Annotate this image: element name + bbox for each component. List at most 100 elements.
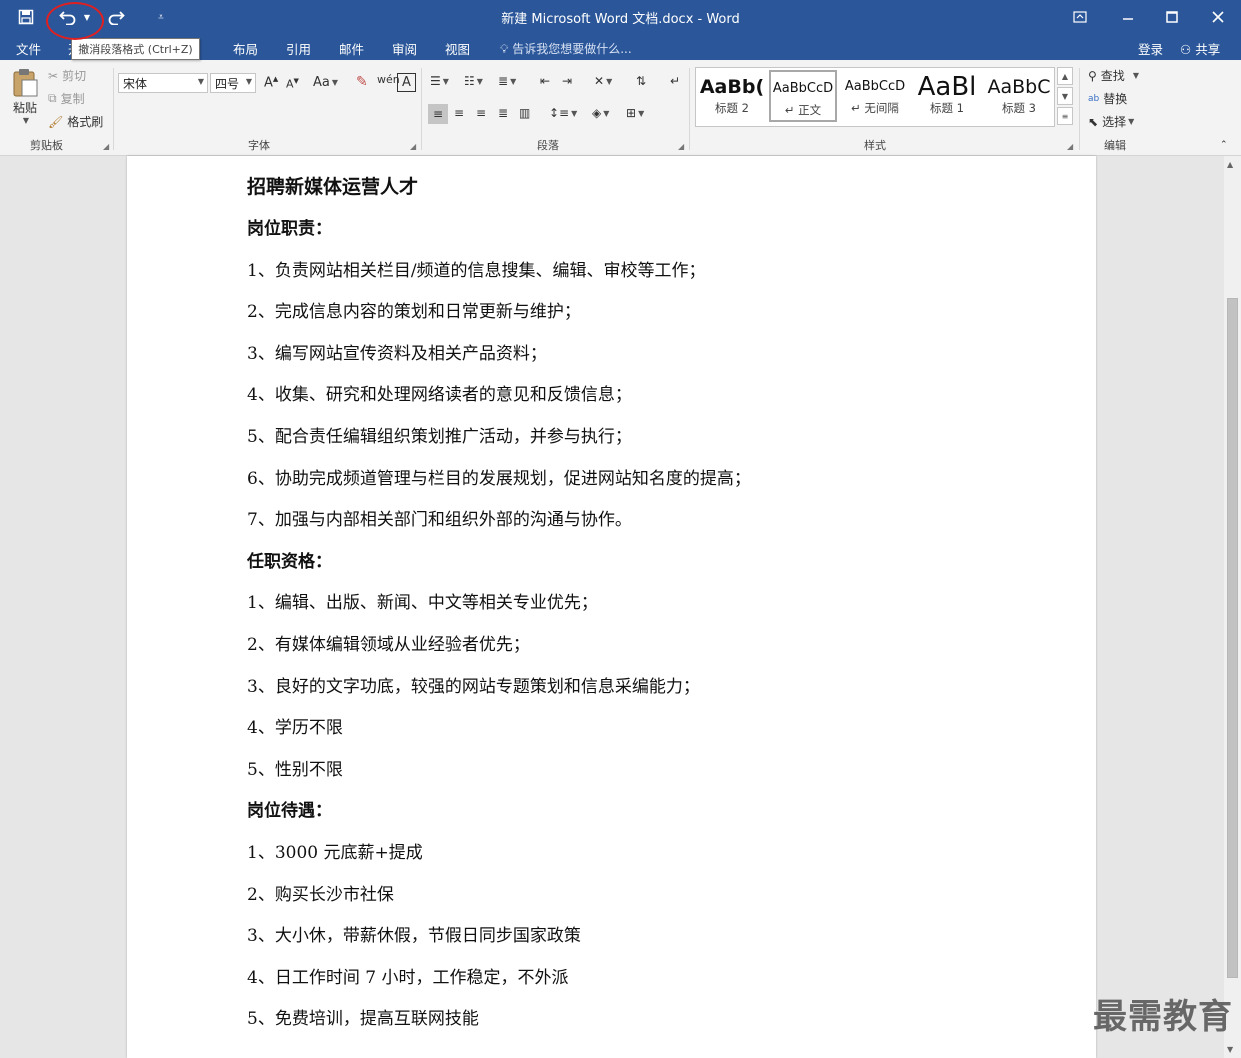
align-left-icon: ≡ [432,107,444,121]
font-name-combo[interactable]: 宋体 ▼ [118,73,208,93]
styles-scroll-up-icon[interactable]: ▲ [1057,67,1073,85]
style-heading-1[interactable]: AaBl 标题 1 [913,70,981,122]
section-heading: 任职资格： [247,551,332,572]
change-case-button[interactable]: Aa ▼ [313,75,338,90]
document-page[interactable]: 招聘新媒体运营人才 岗位职责： 1、负责网站相关栏目/频道的信息搜集、编辑、审校… [127,156,1096,1058]
select-button[interactable]: ⬉ 选择 ▼ [1088,113,1134,130]
font-launcher-icon[interactable]: ◢ [410,142,416,151]
multilevel-list-icon: ≣ [498,74,509,88]
tab-mailings[interactable]: 邮件 [339,39,364,58]
title-bar: ▼ ⩡ 新建 Microsoft Word 文档.docx - Word [0,0,1241,34]
character-border-button[interactable]: A [397,73,416,92]
format-painter-label: 格式刷 [67,115,104,129]
window-title: 新建 Microsoft Word 文档.docx - Word [501,12,740,27]
styles-scroll-down-icon[interactable]: ▼ [1057,87,1073,105]
numbering-icon: ☷ [464,74,475,88]
multilevel-list-button[interactable]: ≣ ▼ [498,74,516,88]
styles-more-icon[interactable]: ≡ [1057,107,1073,125]
shading-button[interactable]: ◈ ▼ [592,106,609,120]
find-button[interactable]: ⚲ 查找 ▼ [1088,67,1139,84]
cursor-arrow-icon: ⬉ [1088,114,1099,129]
bullets-icon: ☰ [430,74,441,88]
style-no-spacing[interactable]: AaBbCcD ↵ 无间隔 [841,70,909,122]
tab-view[interactable]: 视图 [445,39,470,58]
paste-dropdown-icon: ▼ [22,116,30,125]
change-case-dropdown-icon: ▼ [331,78,339,87]
styles-launcher-icon[interactable]: ◢ [1067,142,1073,151]
clipboard-launcher-icon[interactable]: ◢ [103,142,109,151]
style-name: 标题 2 [715,101,749,115]
paragraph-launcher-icon[interactable]: ◢ [678,142,684,151]
style-name: 标题 3 [1002,101,1036,115]
font-size-value: 四号 [215,76,240,91]
tell-me-text: 告诉我您想要做什么... [512,42,632,56]
close-icon[interactable] [1198,4,1238,30]
align-right-button[interactable]: ≡ [476,106,486,120]
character-border-icon: A [402,75,411,90]
format-painter-button[interactable]: 🖌︎ 格式刷 [48,113,103,130]
increase-indent-button[interactable]: ⇥ [562,74,572,88]
vertical-scrollbar[interactable]: ▲ ▼ [1224,156,1241,1058]
collapse-ribbon-icon[interactable]: ⌃ [1220,140,1228,150]
redo-icon[interactable] [104,6,128,28]
replace-button[interactable]: ab 替换 [1088,90,1127,107]
style-preview: AaBbCcD [844,79,906,94]
ribbon-display-icon[interactable] [1060,4,1100,30]
watermark-logo: 最需教育 [1093,997,1233,1037]
list-item: 4、学历不限 [247,718,343,739]
undo-dropdown-icon[interactable]: ▼ [80,6,94,28]
sign-in-link[interactable]: 登录 [1138,39,1163,58]
scrollbar-thumb[interactable] [1227,298,1238,978]
align-left-button[interactable]: ≡ [428,104,448,124]
list-item: 3、良好的文字功底，较强的网站专题策划和信息采编能力； [247,676,700,697]
sort-button[interactable]: ⇅ [636,74,646,88]
style-normal[interactable]: AaBbCcD ↵ 正文 [769,70,837,122]
document-workspace: 招聘新媒体运营人才 岗位职责： 1、负责网站相关栏目/频道的信息搜集、编辑、审校… [0,156,1241,1058]
distributed-button[interactable]: ▥ [519,106,530,120]
bullets-button[interactable]: ☰ ▼ [430,74,449,88]
line-spacing-button[interactable]: ↕≡ ▼ [549,106,577,120]
grow-font-button[interactable]: A▲ [264,75,278,90]
minimize-icon[interactable] [1108,4,1148,30]
document-body[interactable]: 招聘新媒体运营人才 岗位职责： 1、负责网站相关栏目/频道的信息搜集、编辑、审校… [247,172,1067,1046]
bullets-dropdown-icon: ▼ [442,76,449,86]
tell-me-box[interactable]: 💡︎ 告诉我您想要做什么... [500,40,632,57]
style-preview: AaBbC [987,76,1051,98]
paste-button[interactable]: 粘贴 ▼ [8,68,42,134]
save-icon[interactable] [14,6,38,28]
decrease-indent-icon: ⇤ [540,74,551,88]
replace-label: 替换 [1103,92,1128,106]
style-heading-2[interactable]: AaBb( 标题 2 [698,70,766,122]
tab-file[interactable]: 文件 [16,39,41,58]
cut-button[interactable]: ✂ 剪切 [48,67,86,84]
shrink-font-button[interactable]: A▼ [286,77,299,91]
borders-button[interactable]: ⊞ ▼ [626,106,644,120]
undo-icon[interactable] [56,6,80,28]
style-heading-3[interactable]: AaBbC 标题 3 [985,70,1053,122]
line-spacing-icon: ↕≡ [549,106,570,120]
clear-formatting-button[interactable]: ✎ [356,74,368,90]
decrease-indent-button[interactable]: ⇤ [540,74,550,88]
share-button[interactable]: ⚇ 共享 [1180,39,1220,58]
style-name: ↵ 无间隔 [851,101,899,115]
justify-button[interactable]: ≣ [498,106,508,120]
scroll-up-icon[interactable]: ▲ [1227,160,1233,169]
customize-toolbar-icon[interactable]: ⩡ [152,6,170,28]
font-size-combo[interactable]: 四号 ▼ [210,73,256,93]
chinese-layout-button[interactable]: ✕ ▼ [594,74,612,88]
scroll-down-icon[interactable]: ▼ [1227,1045,1233,1054]
group-separator [421,68,422,150]
style-name: ↵ 正文 [784,103,822,117]
section-heading: 岗位职责： [247,219,332,239]
style-preview: AaBl [917,72,977,100]
tab-review[interactable]: 审阅 [392,39,417,58]
show-marks-button[interactable]: ↵ [670,74,680,88]
tab-references[interactable]: 引用 [286,39,311,58]
numbering-button[interactable]: ☷ ▼ [464,74,483,88]
align-center-button[interactable]: ≡ [454,106,464,120]
group-separator [113,68,114,150]
clipboard-group-label: 剪贴板 [30,139,63,152]
maximize-icon[interactable] [1152,4,1192,30]
copy-button[interactable]: ⧉ 复制 [48,90,85,107]
tab-layout[interactable]: 布局 [233,39,258,58]
